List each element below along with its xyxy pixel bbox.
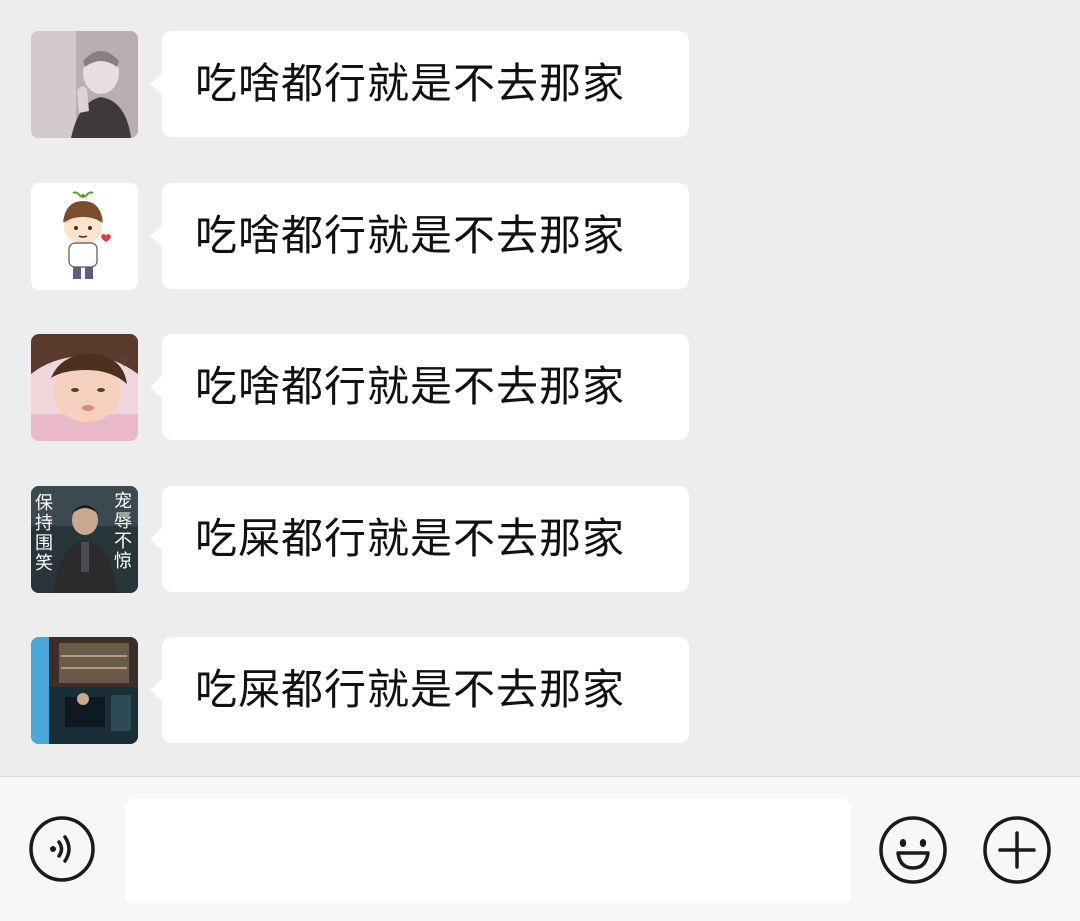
message-text: 吃啥都行就是不去那家 — [195, 362, 626, 411]
message-bubble[interactable]: 吃屎都行就是不去那家 — [150, 637, 689, 743]
voice-icon — [29, 816, 95, 882]
avatar[interactable] — [31, 183, 138, 290]
message-text: 吃啥都行就是不去那家 — [195, 211, 626, 260]
message-row: 吃啥都行就是不去那家 — [0, 183, 1080, 291]
message-row: 吃屎都行就是不去那家 — [0, 637, 1080, 745]
chat-message-list[interactable]: 吃啥都行就是不去那家 吃啥都行就是不去那家 ? 吃啥都行就是不去那家 保持围笑 … — [0, 0, 1080, 776]
message-row: ? 吃啥都行就是不去那家 — [0, 334, 1080, 442]
message-text: 吃屎都行就是不去那家 — [195, 665, 626, 714]
avatar[interactable]: ? — [31, 334, 138, 441]
input-toolbar — [0, 776, 1080, 921]
avatar[interactable] — [31, 31, 138, 138]
message-text: 吃啥都行就是不去那家 — [195, 59, 626, 108]
avatar-child-photo-image: ? — [31, 334, 138, 441]
avatar[interactable]: 保持围笑 宠辱不惊 — [31, 486, 138, 593]
message-bubble[interactable]: 吃屎都行就是不去那家 — [150, 486, 689, 592]
voice-button[interactable] — [28, 815, 96, 883]
avatar-caption-right: 宠辱不惊 — [114, 491, 132, 572]
message-row: 吃啥都行就是不去那家 — [0, 31, 1080, 139]
emoji-button[interactable] — [878, 815, 948, 885]
message-row: 保持围笑 宠辱不惊 吃屎都行就是不去那家 — [0, 486, 1080, 594]
more-button[interactable] — [982, 815, 1052, 885]
avatar-room-photo-image — [31, 637, 138, 744]
emoji-icon — [879, 816, 947, 884]
svg-text:?: ? — [121, 355, 127, 369]
message-bubble[interactable]: 吃啥都行就是不去那家 — [150, 183, 689, 289]
avatar-caption-left: 保持围笑 — [35, 493, 53, 574]
avatar-cartoon-boy-image — [31, 183, 138, 290]
avatar[interactable] — [31, 637, 138, 744]
avatar-man-portrait-image — [31, 31, 138, 138]
plus-icon — [983, 816, 1051, 884]
message-text: 吃屎都行就是不去那家 — [195, 514, 626, 563]
message-input[interactable] — [125, 799, 851, 903]
message-bubble[interactable]: 吃啥都行就是不去那家 — [150, 334, 689, 440]
message-bubble[interactable]: 吃啥都行就是不去那家 — [150, 31, 689, 137]
